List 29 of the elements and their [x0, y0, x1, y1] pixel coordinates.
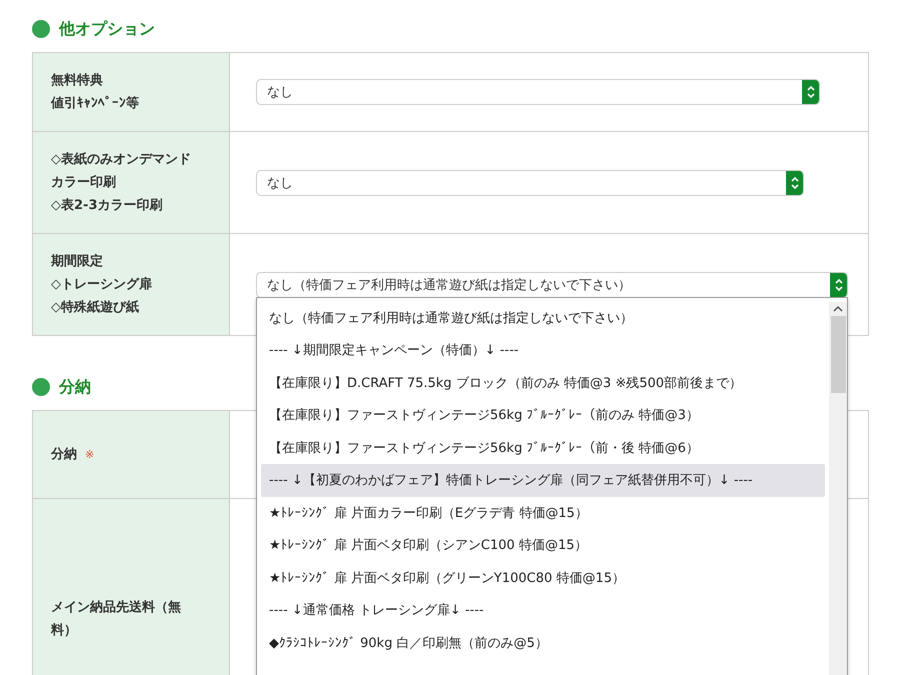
dropdown-option[interactable]: ★ﾄﾚｰｼﾝｸﾞ 扉 片面ベタ印刷（シアンC100 特価@15）: [261, 529, 825, 562]
up-down-chevron-icon: [806, 84, 816, 100]
dropdown-select[interactable]: なし（特価フェア利用時は通常遊び紙は指定しないで下さい）: [256, 272, 848, 298]
row-label: 無料特典 値引ｷｬﾝﾍﾟｰﾝ等: [51, 73, 139, 111]
required-mark: ※: [85, 448, 94, 461]
up-down-chevron-icon: [834, 276, 844, 292]
dropdown-option[interactable]: 【在庫限り】D.CRAFT 75.5kg ブロック（前のみ 特価@3 ※残500部前後まで）: [261, 366, 825, 399]
bullet-icon: [32, 378, 50, 396]
row-label: メイン納品先送料（無 料）: [51, 600, 181, 638]
dropdown-option[interactable]: ★ﾄﾚｰｼﾝｸﾞ 扉 片面ベタ印刷（グリーンY100C80 特価@15）: [261, 562, 825, 594]
row-label: 期間限定 ◇トレーシング扉 ◇特殊紙遊び紙: [51, 254, 152, 315]
section-title: 分納: [59, 376, 91, 398]
dropdown-select[interactable]: なし: [256, 170, 804, 196]
dropdown-option[interactable]: ◆ｸﾗｼｺﾄﾚｰｼﾝｸﾞ 90kg 白／印刷無（前のみ@5）: [261, 626, 825, 659]
dropdown-option[interactable]: ★ﾄﾚｰｼﾝｸﾞ 扉 片面カラー印刷（Eグラデ青 特価@15）: [261, 496, 825, 529]
dropdown-option[interactable]: 【在庫限り】ファーストヴィンテージ56kg ﾌﾞﾙｰｸﾞﾚｰ（前・後 特価@6）: [261, 432, 825, 464]
dropdown-option[interactable]: 【在庫限り】ファーストヴィンテージ56kg ﾌﾞﾙｰｸﾞﾚｰ（前のみ 特価@3）: [261, 399, 825, 432]
scrollbar[interactable]: [829, 302, 847, 675]
dropdown-select[interactable]: なし: [256, 79, 820, 105]
up-down-chevron-icon: [790, 174, 800, 190]
dropdown-option[interactable]: ---- ↓期間限定キャンペーン（特価）↓ ----: [261, 334, 825, 366]
bullet-icon: [32, 20, 50, 38]
row-label: 分納: [51, 447, 77, 462]
section-title: 他オプション: [59, 18, 155, 40]
dropdown-option[interactable]: ---- ↓通常価格 トレーシング扉↓ ----: [261, 594, 825, 626]
dropdown-option[interactable]: ---- ↓【初夏のわかばフェア】特価トレーシング扉（同フェア紙替併用不可）↓ ----: [261, 464, 825, 496]
row-label: ◇表紙のみオンデマンド カラー印刷 ◇表2-3カラー印刷: [51, 152, 191, 213]
dropdown-option[interactable]: なし（特価フェア利用時は通常遊び紙は指定しないで下さい）: [261, 302, 825, 334]
scrollbar-thumb[interactable]: [830, 316, 846, 392]
